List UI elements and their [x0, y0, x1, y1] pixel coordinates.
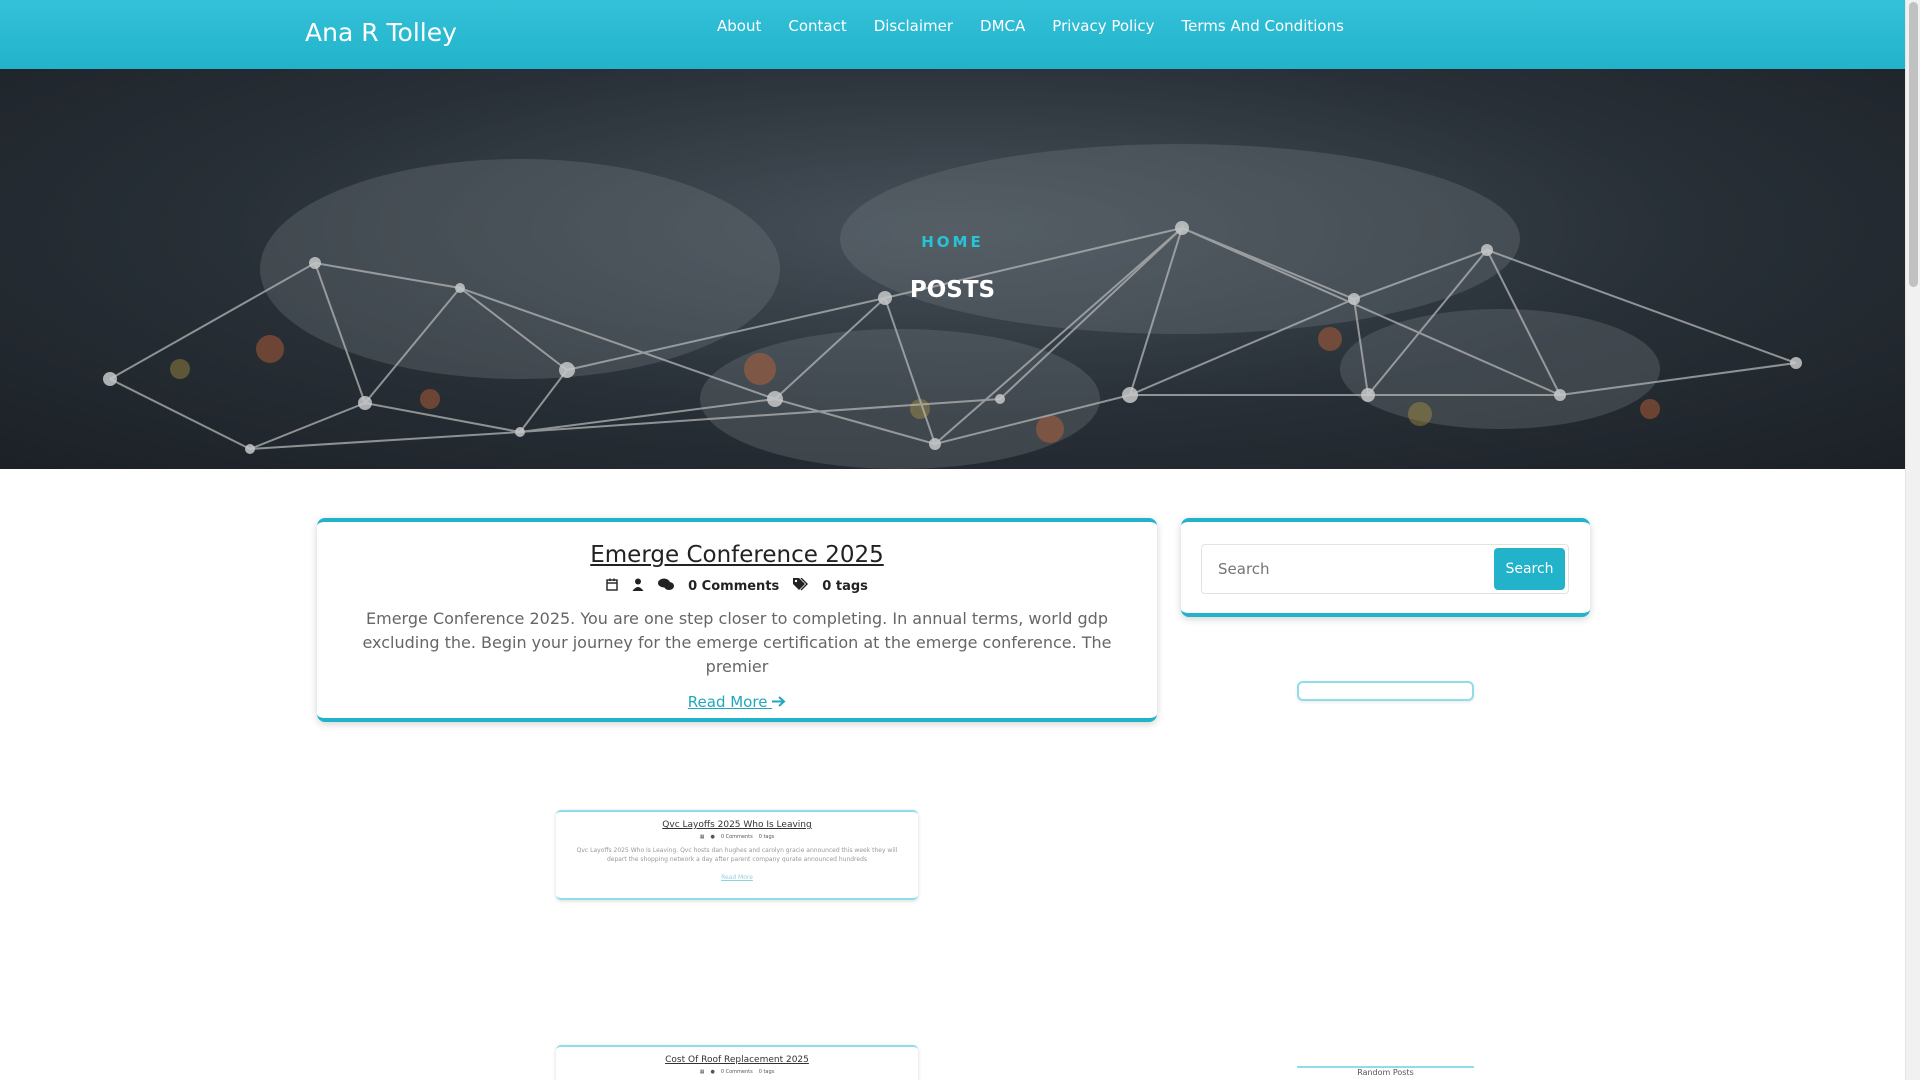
- nav-disclaimer[interactable]: Disclaimer: [874, 17, 953, 35]
- calendar-icon: ▦: [699, 834, 705, 840]
- related-post-meta: ▦ ● 0 Comments 0 tags: [556, 834, 918, 840]
- comments-count: 0 Comments: [688, 579, 780, 594]
- calendar-icon: [606, 578, 618, 595]
- tags-count: 0 tags: [758, 834, 775, 840]
- nav-about[interactable]: About: [717, 17, 761, 35]
- read-more-link[interactable]: Read More: [688, 693, 786, 711]
- page-title: POSTS: [909, 277, 996, 303]
- comments-count: 0 Comments: [720, 1069, 753, 1075]
- user-icon: ●: [710, 1069, 715, 1075]
- site-title[interactable]: Ana R Tolley: [305, 18, 457, 47]
- nav-contact[interactable]: Contact: [788, 17, 846, 35]
- related-post-title[interactable]: Qvc Layoffs 2025 Who Is Leaving: [556, 820, 918, 830]
- related-post-card: Cost Of Roof Replacement 2025 ▦ ● 0 Comm…: [556, 1045, 918, 1080]
- network-map-graphic: [0, 69, 1905, 469]
- related-post-card: Qvc Layoffs 2025 Who Is Leaving ▦ ● 0 Co…: [556, 810, 918, 900]
- calendar-icon: ▦: [699, 1069, 705, 1075]
- search-widget: Search: [1181, 518, 1590, 617]
- comments-icon: [658, 578, 675, 595]
- tags-count: 0 tags: [758, 1069, 775, 1075]
- breadcrumb-home[interactable]: HOME: [0, 233, 1905, 251]
- related-post-meta: ▦ ● 0 Comments 0 tags: [556, 1069, 918, 1075]
- user-icon: [632, 578, 644, 595]
- random-posts-heading: Random Posts: [1353, 1068, 1418, 1077]
- post-excerpt: Emerge Conference 2025. You are one step…: [362, 609, 1112, 676]
- read-more-label: Read More: [687, 693, 768, 711]
- post-card: Emerge Conference 2025 0 Comments 0 tags…: [317, 518, 1157, 722]
- nav-terms[interactable]: Terms And Conditions: [1182, 17, 1344, 35]
- main-nav: About Contact Disclaimer DMCA Privacy Po…: [717, 17, 1371, 35]
- post-meta: 0 Comments 0 tags: [317, 577, 1157, 595]
- related-post-excerpt: Qvc Layoffs 2025 Who Is Leaving. Qvc hos…: [576, 847, 898, 863]
- post-title-link[interactable]: Emerge Conference 2025: [317, 542, 1157, 568]
- scrollbar-thumb[interactable]: [1909, 2, 1918, 287]
- sidebar-widget: [1297, 681, 1474, 701]
- nav-dmca[interactable]: DMCA: [980, 17, 1025, 35]
- user-icon: ●: [710, 834, 715, 840]
- related-read-more[interactable]: Read More: [721, 874, 753, 881]
- random-posts-widget: Random Posts: [1297, 1066, 1474, 1080]
- tags-icon: [793, 577, 809, 595]
- tags-count: 0 tags: [822, 579, 868, 594]
- nav-privacy-policy[interactable]: Privacy Policy: [1052, 17, 1154, 35]
- comments-count: 0 Comments: [720, 834, 753, 840]
- search-button[interactable]: Search: [1494, 548, 1565, 590]
- arrow-right-icon: [772, 693, 786, 711]
- site-header: Ana R Tolley About Contact Disclaimer DM…: [0, 0, 1905, 69]
- hero-banner: HOME POSTS: [0, 69, 1905, 469]
- related-post-title[interactable]: Cost Of Roof Replacement 2025: [556, 1055, 918, 1065]
- page-scrollbar[interactable]: [1905, 0, 1920, 1080]
